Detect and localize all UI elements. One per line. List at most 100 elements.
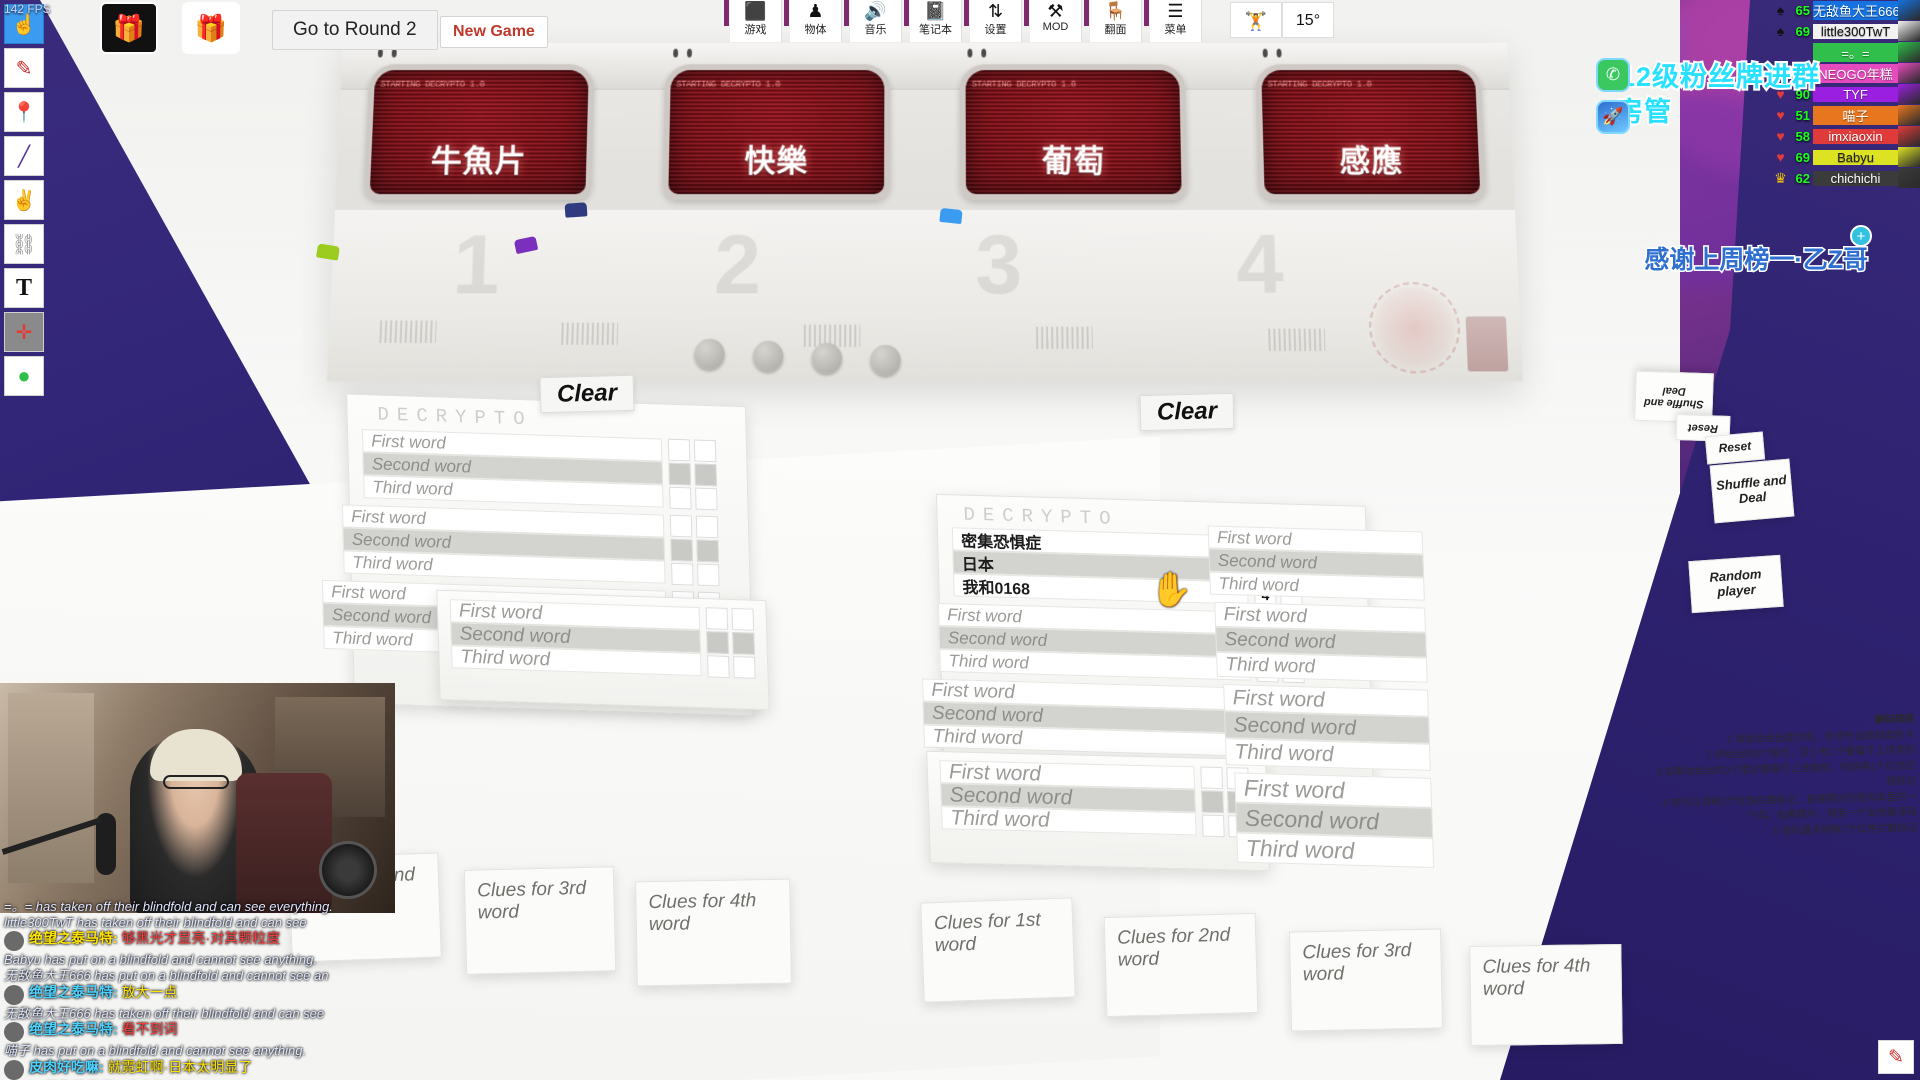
code-boxes[interactable] bbox=[668, 462, 718, 487]
decrypto-machine[interactable]: STARTING DECRYPTO 1.0 牛魚片 STARTING DECRY… bbox=[326, 42, 1524, 382]
code-boxes[interactable] bbox=[669, 486, 718, 511]
tts-button-music[interactable]: 🔊 音乐 bbox=[850, 0, 902, 42]
add-overlay-button[interactable]: + bbox=[1850, 225, 1872, 247]
clue-footer-card[interactable]: Clues for 1st word bbox=[920, 897, 1076, 1003]
clue-input-row[interactable]: Third word bbox=[1236, 832, 1435, 869]
hidden-zone-tool[interactable]: ● bbox=[4, 356, 44, 396]
code-box[interactable] bbox=[732, 632, 755, 655]
leaderboard-row[interactable]: ♛ 62 chichichi bbox=[1772, 168, 1920, 188]
machine-knob[interactable] bbox=[694, 338, 725, 370]
clue-sheet-right-col[interactable]: First word Second word Third word First … bbox=[1199, 521, 1460, 869]
leaderboard-row[interactable]: ♠ 65 无敌鱼大王666 bbox=[1772, 0, 1920, 20]
leaderboard-row[interactable]: ♥ 58 imxiaoxin bbox=[1772, 126, 1920, 146]
code-box[interactable] bbox=[668, 462, 692, 486]
rocket-icon[interactable]: 🚀 bbox=[1596, 100, 1630, 134]
note-shuffle-and-deal[interactable]: Shuffle and Deal bbox=[1709, 458, 1795, 524]
line-tool[interactable]: ╱ bbox=[4, 136, 44, 176]
clue-input-row[interactable]: Third word bbox=[1225, 738, 1431, 771]
clue-footer-card[interactable]: Clues for 3rd word bbox=[1288, 928, 1444, 1032]
code-box[interactable] bbox=[706, 631, 729, 654]
clue-row-group[interactable]: First word Second word Third word bbox=[1234, 772, 1435, 869]
code-box[interactable] bbox=[669, 514, 693, 538]
screen-unit-1[interactable]: STARTING DECRYPTO 1.0 牛魚片 bbox=[363, 48, 595, 201]
machine-knob[interactable] bbox=[752, 340, 784, 372]
clue-input-row[interactable]: Third word bbox=[1216, 651, 1428, 683]
code-box[interactable] bbox=[705, 607, 729, 630]
code-box[interactable] bbox=[731, 608, 755, 631]
code-box[interactable] bbox=[670, 538, 694, 562]
player-avatar-dark[interactable]: 🎁 bbox=[100, 2, 158, 54]
clue-row-group[interactable]: First word Second word Third word bbox=[922, 678, 1307, 760]
screen-unit-2[interactable]: STARTING DECRYPTO 1.0 快樂 bbox=[661, 48, 891, 201]
clue-row-group[interactable]: First word Second word Third word bbox=[341, 504, 720, 587]
note-reset[interactable]: Reset bbox=[1704, 431, 1766, 465]
meeple-blue[interactable] bbox=[939, 207, 963, 225]
meeple-navy[interactable] bbox=[564, 202, 588, 218]
leaderboard-row[interactable]: ♥ 69 Babyu bbox=[1772, 147, 1920, 167]
code-box[interactable] bbox=[697, 563, 720, 587]
screen-unit-4[interactable]: STARTING DECRYPTO 1.0 感應 bbox=[1255, 48, 1487, 201]
clue-row-group[interactable]: First word Second word Third word bbox=[361, 429, 718, 511]
code-box[interactable] bbox=[693, 439, 717, 463]
clue-row-group[interactable]: First word Second word Third word bbox=[939, 760, 1251, 838]
code-boxes[interactable] bbox=[670, 538, 719, 563]
machine-knob[interactable] bbox=[870, 344, 901, 376]
machine-knob[interactable] bbox=[811, 342, 843, 374]
code-boxes[interactable] bbox=[705, 607, 755, 631]
clue-footer-card[interactable]: Clues for 2nd word bbox=[1103, 912, 1259, 1018]
clear-button-right[interactable]: Clear bbox=[1139, 392, 1235, 432]
machine-card-slot[interactable] bbox=[1465, 316, 1509, 372]
tts-button-flip[interactable]: 🪑 翻面 bbox=[1090, 0, 1142, 42]
code-box[interactable] bbox=[669, 486, 692, 510]
clue-footer-card[interactable]: Clues for 4th word bbox=[635, 878, 792, 987]
tts-button-mod[interactable]: ⚒ MOD bbox=[1030, 0, 1082, 42]
code-boxes[interactable] bbox=[669, 514, 719, 539]
rotation-degrees-button[interactable]: 15° bbox=[1282, 2, 1334, 38]
code-box[interactable] bbox=[671, 562, 694, 586]
decrypto-screen[interactable]: STARTING DECRYPTO 1.0 葡萄 bbox=[959, 64, 1189, 201]
gizmo-tool[interactable]: ✛ bbox=[4, 312, 44, 352]
tts-button-settings[interactable]: ⇅ 设置 bbox=[970, 0, 1022, 42]
code-box[interactable] bbox=[695, 487, 718, 511]
wechat-icon[interactable]: ✆ bbox=[1596, 58, 1630, 92]
decrypto-screen[interactable]: STARTING DECRYPTO 1.0 快樂 bbox=[661, 64, 891, 201]
tts-button-notebook[interactable]: 📓 笔记本 bbox=[910, 0, 962, 42]
code-boxes[interactable] bbox=[667, 438, 717, 463]
draw-tool[interactable]: ✎ bbox=[4, 48, 44, 88]
note-random-player[interactable]: Random player bbox=[1688, 554, 1784, 614]
code-boxes[interactable] bbox=[671, 562, 720, 587]
code-box[interactable] bbox=[694, 463, 718, 487]
weightlifter-button[interactable]: 🏋 bbox=[1230, 2, 1282, 38]
leaderboard-row[interactable]: ♥ 51 喵子 bbox=[1772, 105, 1920, 125]
screen-unit-3[interactable]: STARTING DECRYPTO 1.0 葡萄 bbox=[959, 48, 1189, 201]
decrypto-screen[interactable]: STARTING DECRYPTO 1.0 感應 bbox=[1255, 64, 1487, 201]
code-box[interactable] bbox=[667, 438, 691, 462]
clue-row-group[interactable]: First word Second word Third word bbox=[1223, 684, 1431, 771]
clue-input-row[interactable]: Third word bbox=[1209, 571, 1425, 601]
tts-button-objects[interactable]: ♟ 物体 bbox=[790, 0, 842, 42]
clue-row-group[interactable]: First word Second word Third word bbox=[1214, 601, 1428, 683]
pin-tool[interactable]: 📍 bbox=[4, 92, 44, 132]
code-box[interactable] bbox=[732, 656, 756, 679]
clue-footer-card[interactable]: Clues for 3rd word bbox=[463, 866, 617, 975]
clear-button-left[interactable]: Clear bbox=[539, 374, 635, 414]
player-avatar-light[interactable]: 🎁 bbox=[182, 2, 240, 54]
go-to-round-button[interactable]: Go to Round 2 bbox=[272, 10, 438, 50]
clue-row-group[interactable]: First word Second word Third word bbox=[1207, 525, 1425, 601]
clue-footer-card[interactable]: Clues for 4th word bbox=[1469, 943, 1623, 1047]
left-toolbar[interactable]: ☝ ✎ 📍 ╱ ✌ ⛓ T ✛ ● bbox=[4, 4, 44, 396]
new-game-button[interactable]: New Game bbox=[440, 16, 548, 48]
decrypto-screen[interactable]: STARTING DECRYPTO 1.0 牛魚片 bbox=[363, 64, 595, 201]
joint-tool[interactable]: ⛓ bbox=[4, 224, 44, 264]
text-tool[interactable]: T bbox=[4, 268, 44, 308]
code-boxes[interactable] bbox=[706, 631, 755, 655]
clue-row-group[interactable]: First word Second word Third word bbox=[449, 599, 756, 679]
leaderboard-row[interactable]: ♠ 69 little300TwT bbox=[1772, 21, 1920, 41]
code-boxes[interactable] bbox=[707, 655, 756, 679]
flick-tool[interactable]: ✌ bbox=[4, 180, 44, 220]
code-box[interactable] bbox=[695, 515, 719, 539]
clue-input-row[interactable]: Third word bbox=[941, 806, 1197, 836]
red-pen-button[interactable]: ✎ bbox=[1878, 1040, 1914, 1074]
tts-button-menu[interactable]: ☰ 菜单 bbox=[1150, 0, 1202, 42]
code-box[interactable] bbox=[707, 655, 730, 679]
